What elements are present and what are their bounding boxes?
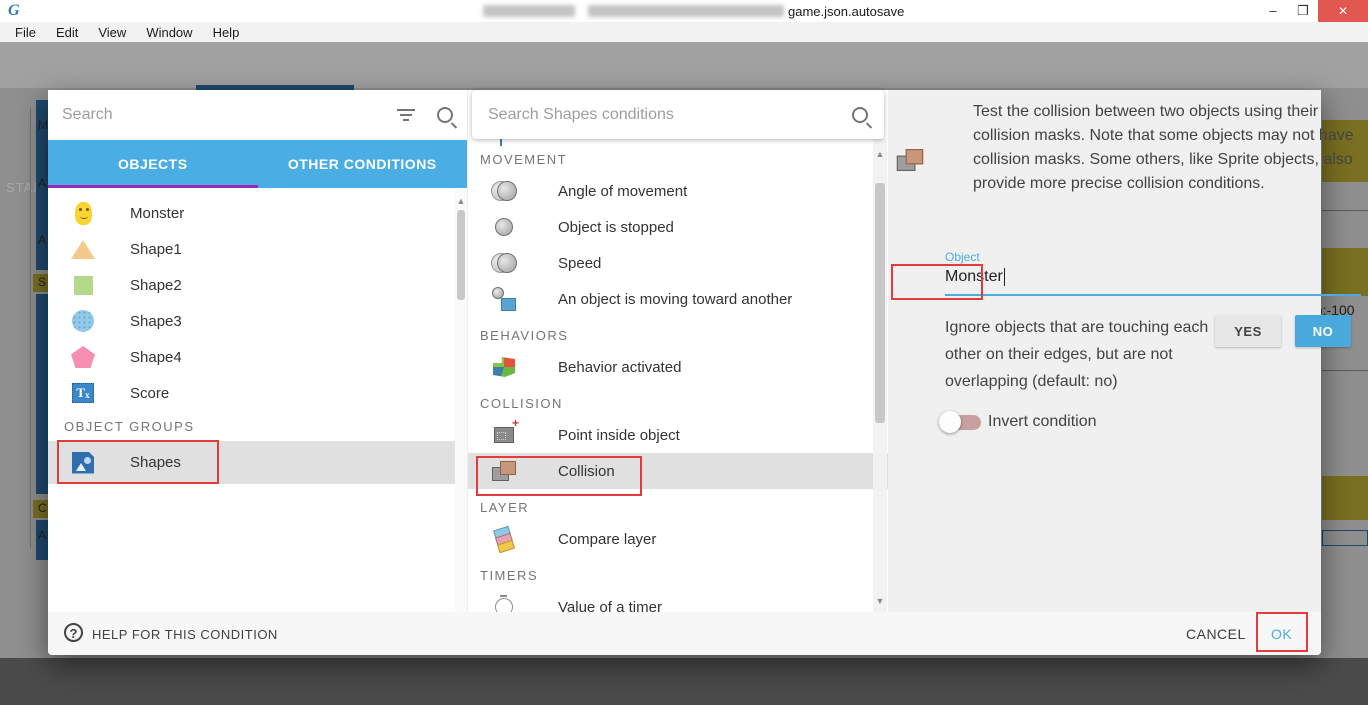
list-item-selected[interactable]: Collision (468, 453, 889, 489)
scroll-up-icon[interactable]: ▲ (874, 149, 886, 159)
tab-objects[interactable]: OBJECTS (48, 140, 258, 188)
moving-toward-icon (490, 286, 518, 312)
objects-tab-bar: OBJECTS OTHER CONDITIONS (48, 140, 467, 188)
objects-list: Monster Shape1 Shape2 Shape3 Shape4 TxSc… (48, 188, 467, 612)
point-inside-object-icon (490, 422, 518, 448)
objects-panel: OBJECTS OTHER CONDITIONS Monster Shape1 … (48, 90, 467, 612)
monster-sprite-icon (70, 200, 96, 226)
scrollbar[interactable]: ▲ (455, 190, 467, 612)
list-item-selected[interactable]: Shapes (48, 441, 467, 484)
restore-button[interactable]: ❐ (1288, 0, 1318, 22)
menu-help[interactable]: Help (204, 25, 249, 40)
object-group-icon (70, 450, 96, 476)
object-stopped-icon (490, 214, 518, 240)
object-field[interactable]: Monster (945, 265, 1005, 289)
list-item[interactable]: TxScore (48, 375, 467, 411)
search-icon[interactable] (852, 107, 868, 123)
conditions-panel: MOVEMENT Angle of movement Object is sto… (467, 90, 888, 612)
object-field-underline (945, 294, 1361, 296)
objects-search-input[interactable] (62, 106, 397, 124)
dialog-footer: ? HELP FOR THIS CONDITION CANCEL OK (48, 612, 1321, 655)
minimize-button[interactable]: – (1258, 0, 1288, 22)
ignore-edges-label: Ignore objects that are touching each ot… (945, 314, 1225, 395)
condition-description: Test the collision between two objects u… (973, 100, 1367, 196)
invert-condition-label: Invert condition (988, 413, 1097, 431)
triangle-shape-icon (70, 236, 96, 262)
behavior-activated-icon (490, 354, 518, 380)
search-icon[interactable] (437, 107, 453, 123)
collision-icon (898, 150, 922, 170)
title-bar: G game.json.autosave – ❐ ✕ (0, 0, 1368, 22)
ok-button[interactable]: OK (1271, 626, 1292, 642)
scroll-down-icon[interactable]: ▼ (874, 596, 886, 606)
menu-view[interactable]: View (89, 25, 135, 40)
menu-window[interactable]: Window (137, 25, 201, 40)
collision-icon (490, 458, 518, 484)
window-title: game.json.autosave (788, 4, 904, 19)
object-field-label: Object (945, 250, 980, 264)
speed-icon (490, 250, 518, 276)
section-header: COLLISION (468, 385, 889, 417)
compare-layer-icon (490, 526, 518, 552)
pentagon-shape-icon (70, 344, 96, 370)
list-item[interactable]: Shape4 (48, 339, 467, 375)
list-item[interactable]: Behavior activated (468, 349, 889, 385)
cancel-button[interactable]: CANCEL (1186, 626, 1246, 642)
section-header: BEHAVIORS (468, 317, 889, 349)
condition-editor-dialog: OBJECTS OTHER CONDITIONS Monster Shape1 … (48, 90, 1321, 655)
yes-button[interactable]: YES (1215, 315, 1281, 347)
invert-condition-toggle-knob[interactable] (939, 411, 961, 433)
section-header: TIMERS (468, 557, 889, 589)
menu-edit[interactable]: Edit (47, 25, 87, 40)
list-item[interactable]: Monster (48, 195, 467, 231)
gdevelop-logo-icon: G (8, 2, 26, 20)
list-item[interactable]: Shape2 (48, 267, 467, 303)
menu-bar: File Edit View Window Help (0, 22, 1368, 42)
scrollbar-thumb[interactable] (457, 210, 465, 300)
text-object-icon: Tx (70, 380, 96, 406)
list-item[interactable]: Shape1 (48, 231, 467, 267)
list-item[interactable]: Shape3 (48, 303, 467, 339)
list-item[interactable]: Object is stopped (468, 209, 889, 245)
angle-of-movement-icon (490, 178, 518, 204)
filter-icon[interactable] (397, 109, 415, 121)
list-item[interactable]: An object is moving toward another (468, 281, 889, 317)
close-button[interactable]: ✕ (1318, 0, 1368, 22)
circle-shape-icon (70, 308, 96, 334)
list-item[interactable]: Angle of movement (468, 173, 889, 209)
list-item[interactable]: Speed (468, 245, 889, 281)
conditions-list: MOVEMENT Angle of movement Object is sto… (468, 128, 889, 612)
scrollbar[interactable]: ▲ ▼ (873, 139, 887, 612)
text-caret (1004, 268, 1005, 286)
help-for-condition-link[interactable]: HELP FOR THIS CONDITION (92, 627, 278, 642)
condition-details-panel: Test the collision between two objects u… (888, 90, 1321, 612)
square-shape-icon (70, 272, 96, 298)
help-icon[interactable]: ? (64, 623, 83, 642)
tab-other-conditions[interactable]: OTHER CONDITIONS (258, 140, 468, 188)
menu-file[interactable]: File (6, 25, 45, 40)
redacted-title-segment (483, 5, 575, 17)
list-item[interactable]: Point inside object (468, 417, 889, 453)
section-header: MOVEMENT (468, 141, 889, 173)
no-button[interactable]: NO (1295, 315, 1351, 347)
scrollbar-thumb[interactable] (875, 183, 885, 423)
scroll-up-icon[interactable]: ▲ (455, 196, 467, 206)
redacted-title-segment (588, 5, 784, 17)
list-item[interactable]: Value of a timer (468, 589, 889, 612)
timer-icon (490, 594, 518, 612)
section-header: LAYER (468, 489, 889, 521)
conditions-search-bar (472, 90, 884, 139)
list-item[interactable]: Compare layer (468, 521, 889, 557)
object-groups-header: OBJECT GROUPS (48, 411, 467, 441)
conditions-search-input[interactable] (488, 106, 852, 124)
objects-search-bar (48, 90, 467, 140)
